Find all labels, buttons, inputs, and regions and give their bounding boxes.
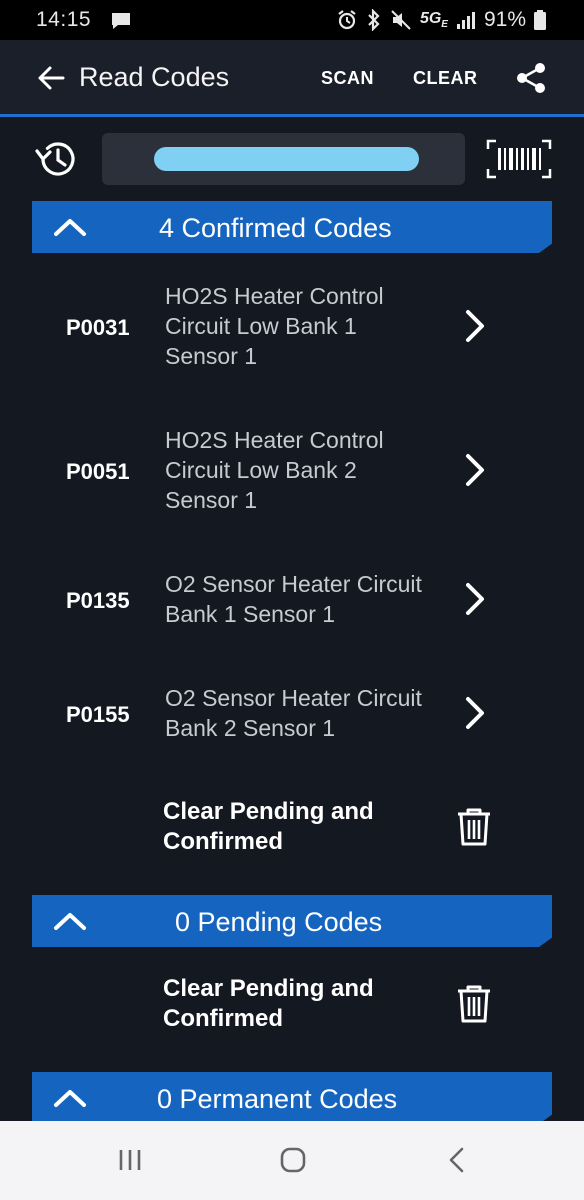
back-arrow-icon[interactable] [37, 65, 65, 96]
battery-percent: 91% [483, 8, 526, 31]
clear-pending-confirmed-row[interactable]: Clear Pending and Confirmed [0, 973, 584, 1039]
chevron-right-icon [466, 697, 484, 729]
page-title: Read Codes [79, 62, 230, 92]
network-type: 5GE [419, 9, 448, 31]
history-icon[interactable] [34, 136, 80, 187]
chevron-up-icon [54, 1090, 86, 1107]
chevron-right-icon [466, 583, 484, 615]
code-description: HO2S Heater Control Circuit Low Bank 2 S… [165, 427, 384, 513]
back-nav-icon[interactable] [446, 1147, 468, 1173]
pending-codes-label: 0 Pending Codes [175, 907, 383, 937]
recent-apps-icon[interactable] [117, 1147, 143, 1173]
chevron-right-icon [466, 454, 484, 486]
clear-pending-confirmed-row[interactable]: Clear Pending and Confirmed [0, 796, 584, 862]
confirmed-codes-header[interactable]: 4 Confirmed Codes [32, 201, 552, 253]
confirmed-codes-label: 4 Confirmed Codes [159, 213, 392, 243]
mute-icon [391, 10, 411, 30]
trash-icon [458, 808, 490, 846]
code-description: O2 Sensor Heater Circuit Bank 2 Sensor 1 [165, 685, 422, 741]
system-nav-bar [0, 1121, 584, 1200]
code-row-p0135[interactable]: P0135 O2 Sensor Heater Circuit Bank 1 Se… [0, 568, 584, 638]
code-id: P0135 [66, 588, 130, 613]
status-bar: 14:15 5GE 91% [0, 0, 584, 40]
clear-pending-confirmed-label: Clear Pending and Confirmed [163, 975, 374, 1032]
chevron-right-icon [466, 310, 484, 342]
alarm-icon [338, 10, 356, 30]
signal-icon [456, 12, 475, 29]
permanent-codes-label: 0 Permanent Codes [157, 1084, 398, 1114]
clear-button[interactable]: CLEAR [413, 68, 478, 89]
scan-button[interactable]: SCAN [321, 68, 374, 89]
status-time: 14:15 [36, 8, 92, 31]
home-icon[interactable] [280, 1147, 306, 1173]
clear-pending-confirmed-label: Clear Pending and Confirmed [163, 798, 374, 855]
vin-redacted [154, 147, 419, 171]
chevron-up-icon [54, 219, 86, 236]
pending-codes-header[interactable]: 0 Pending Codes [32, 895, 552, 947]
code-id: P0031 [66, 315, 130, 340]
chevron-up-icon [54, 913, 86, 930]
permanent-codes-header[interactable]: 0 Permanent Codes [32, 1072, 552, 1124]
code-id: P0051 [66, 459, 130, 484]
code-row-p0155[interactable]: P0155 O2 Sensor Heater Circuit Bank 2 Se… [0, 682, 584, 752]
vin-input[interactable] [102, 133, 465, 185]
bluetooth-icon [368, 9, 380, 31]
battery-icon [534, 10, 546, 30]
app-bar: Read Codes SCAN CLEAR [0, 40, 584, 117]
code-id: P0155 [66, 702, 130, 727]
trash-icon [458, 985, 490, 1023]
code-description: O2 Sensor Heater Circuit Bank 1 Sensor 1 [165, 571, 422, 627]
status-icons: 5GE 91% [336, 8, 546, 32]
code-description: HO2S Heater Control Circuit Low Bank 1 S… [165, 283, 384, 369]
share-icon[interactable] [516, 62, 546, 99]
message-icon [110, 11, 132, 37]
barcode-scan-icon[interactable] [486, 139, 552, 184]
code-row-p0031[interactable]: P0031 HO2S Heater Control Circuit Low Ba… [0, 280, 584, 380]
code-row-p0051[interactable]: P0051 HO2S Heater Control Circuit Low Ba… [0, 424, 584, 524]
